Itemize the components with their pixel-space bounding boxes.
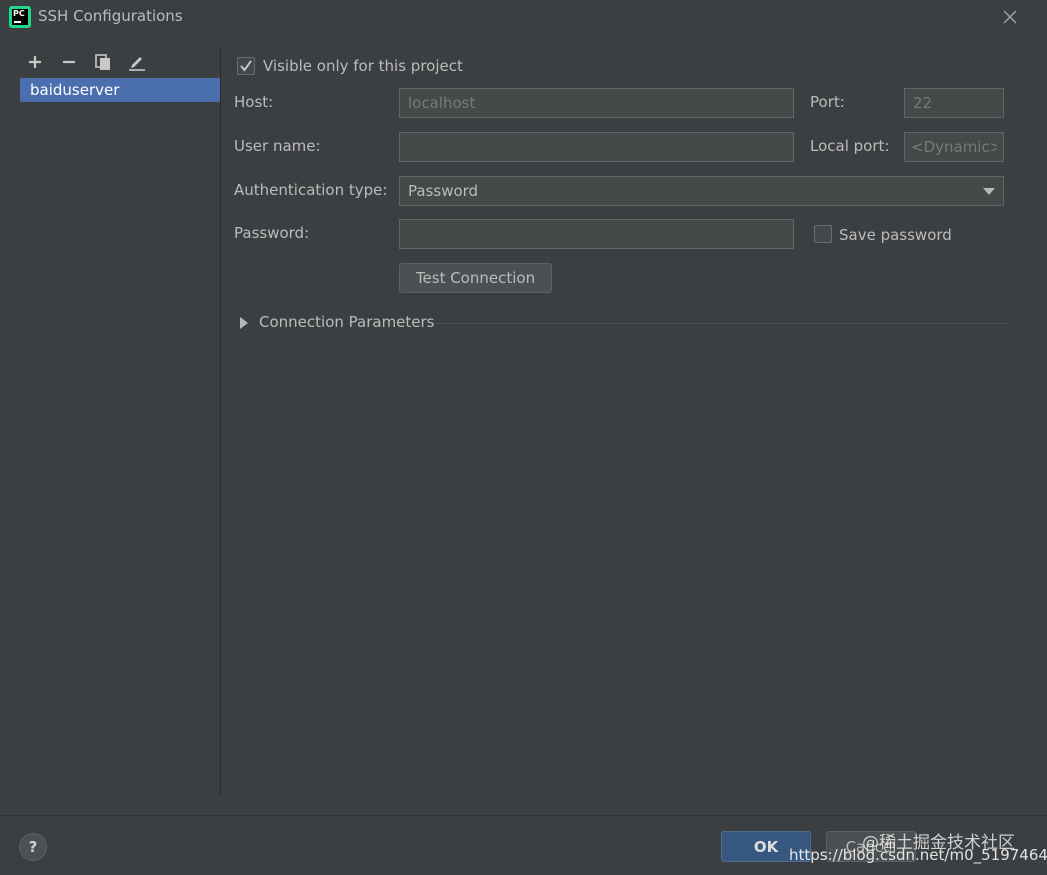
add-button[interactable] — [22, 50, 48, 74]
remove-button[interactable] — [56, 50, 82, 74]
window-title: SSH Configurations — [38, 7, 183, 25]
minus-icon — [63, 60, 75, 64]
footer-divider — [0, 815, 1047, 816]
section-separator — [436, 323, 1008, 324]
host-input[interactable] — [399, 88, 794, 118]
password-label: Password: — [234, 224, 310, 242]
pycharm-logo-icon: PC — [9, 6, 31, 28]
save-password-label: Save password — [839, 226, 952, 244]
save-password-checkbox[interactable] — [814, 225, 832, 243]
auth-type-label: Authentication type: — [234, 181, 388, 199]
plus-icon — [29, 56, 41, 68]
copy-button[interactable] — [90, 50, 116, 74]
close-button[interactable] — [998, 5, 1022, 29]
help-button[interactable]: ? — [19, 833, 47, 861]
title-bar: PC SSH Configurations — [0, 0, 1047, 34]
close-icon — [1003, 10, 1017, 24]
watermark-url: https://blog.csdn.net/m0_51974644 — [789, 846, 1047, 864]
edit-button[interactable] — [124, 50, 150, 74]
edit-icon — [129, 57, 145, 71]
auth-type-value: Password — [408, 182, 479, 200]
test-connection-button[interactable]: Test Connection — [399, 263, 552, 293]
host-label: Host: — [234, 93, 274, 111]
list-toolbar — [22, 50, 150, 74]
panel-divider — [220, 48, 221, 796]
local-port-label: Local port: — [810, 137, 890, 155]
password-input[interactable] — [399, 219, 794, 249]
user-name-input[interactable] — [399, 132, 794, 162]
port-input[interactable] — [904, 88, 1004, 118]
server-list: baiduserver — [20, 78, 220, 102]
chevron-right-icon[interactable] — [240, 317, 248, 329]
connection-parameters-toggle[interactable]: Connection Parameters — [259, 313, 435, 331]
user-name-label: User name: — [234, 137, 321, 155]
copy-icon — [95, 54, 110, 70]
port-label: Port: — [810, 93, 845, 111]
auth-type-select[interactable]: Password — [399, 176, 1004, 206]
visible-only-label: Visible only for this project — [263, 57, 463, 75]
visible-only-checkbox[interactable] — [237, 57, 255, 75]
list-item-baiduserver[interactable]: baiduserver — [20, 78, 220, 102]
chevron-down-icon — [983, 188, 995, 195]
local-port-input[interactable] — [904, 132, 1004, 162]
checkmark-icon — [240, 60, 252, 72]
